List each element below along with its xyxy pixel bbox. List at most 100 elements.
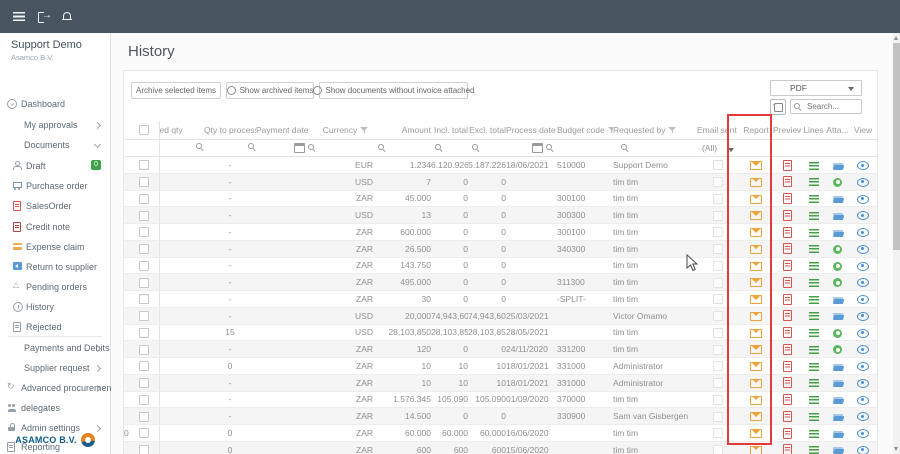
cell-lines[interactable]	[801, 224, 826, 241]
pdf-preview-icon[interactable]	[783, 243, 792, 254]
cell-lines[interactable]	[801, 408, 826, 425]
attachment-icon[interactable]	[833, 329, 842, 338]
view-eye-icon[interactable]	[857, 195, 869, 204]
email-sent-checkbox[interactable]	[713, 361, 723, 371]
filter-funnel-icon[interactable]	[668, 126, 676, 134]
row-checkbox[interactable]	[139, 311, 149, 321]
report-envelope-icon[interactable]	[750, 396, 762, 405]
cell-preview[interactable]	[773, 224, 801, 241]
attachment-icon[interactable]	[833, 312, 843, 320]
header-attachments[interactable]: Atta...	[826, 121, 849, 140]
notifications-icon[interactable]	[62, 12, 72, 22]
cell-preview[interactable]	[773, 240, 801, 257]
cell-view[interactable]	[849, 173, 877, 190]
cell-lines[interactable]	[801, 324, 826, 341]
cell-view[interactable]	[849, 307, 877, 324]
lines-list-icon[interactable]	[809, 446, 819, 454]
archive-selected-button[interactable]: Archive selected items	[131, 82, 221, 99]
filter-payment-date[interactable]	[256, 140, 318, 157]
filter-excl-total[interactable]	[468, 140, 506, 157]
export-format-select[interactable]: PDF	[770, 80, 862, 96]
pdf-preview-icon[interactable]	[783, 428, 792, 439]
email-sent-checkbox[interactable]	[713, 278, 723, 288]
email-sent-checkbox[interactable]	[713, 328, 723, 338]
row-checkbox[interactable]	[139, 378, 149, 388]
lines-list-icon[interactable]	[809, 296, 819, 304]
cell-lines[interactable]	[801, 157, 826, 174]
report-envelope-icon[interactable]	[750, 362, 762, 371]
header-preview[interactable]: Preview	[773, 121, 801, 140]
filter-amount[interactable]	[373, 140, 431, 157]
lines-list-icon[interactable]	[809, 363, 819, 371]
attachment-icon[interactable]	[833, 296, 843, 304]
lines-list-icon[interactable]	[809, 262, 819, 270]
show-without-invoice-button[interactable]: Show documents without invoice attached	[319, 82, 468, 99]
view-eye-icon[interactable]	[857, 446, 869, 454]
attachment-icon[interactable]	[833, 245, 842, 254]
row-checkbox[interactable]	[139, 294, 149, 304]
header-process-date[interactable]: Process date	[506, 121, 557, 140]
email-sent-checkbox[interactable]	[713, 261, 723, 271]
view-eye-icon[interactable]	[857, 345, 869, 354]
row-checkbox[interactable]	[139, 177, 149, 187]
cell-attachments[interactable]	[826, 274, 849, 291]
cell-attachments[interactable]	[826, 291, 849, 308]
calendar-icon[interactable]	[532, 143, 543, 153]
cell-attachments[interactable]	[826, 157, 849, 174]
report-envelope-icon[interactable]	[750, 195, 762, 204]
cell-report[interactable]	[739, 374, 773, 391]
pdf-preview-icon[interactable]	[783, 444, 792, 454]
row-checkbox[interactable]	[139, 211, 149, 221]
attachment-icon[interactable]	[833, 396, 843, 404]
view-eye-icon[interactable]	[857, 312, 869, 321]
cell-preview[interactable]	[773, 441, 801, 454]
lines-list-icon[interactable]	[809, 312, 819, 320]
header-currency[interactable]: Currency	[318, 121, 373, 140]
row-checkbox[interactable]	[139, 194, 149, 204]
attachment-icon[interactable]	[833, 430, 843, 438]
email-sent-checkbox[interactable]	[713, 395, 723, 405]
cell-lines[interactable]	[801, 291, 826, 308]
lines-list-icon[interactable]	[809, 430, 819, 438]
filter-funnel-icon[interactable]	[608, 126, 613, 134]
view-eye-icon[interactable]	[857, 396, 869, 405]
filter-received-qty[interactable]	[159, 140, 204, 157]
row-checkbox[interactable]	[139, 345, 149, 355]
email-sent-checkbox[interactable]	[713, 244, 723, 254]
row-checkbox[interactable]	[139, 361, 149, 371]
email-sent-checkbox[interactable]	[713, 227, 723, 237]
email-sent-checkbox[interactable]	[713, 428, 723, 438]
sidebar-item-documents[interactable]: Documents	[0, 139, 110, 153]
cell-lines[interactable]	[801, 391, 826, 408]
report-envelope-icon[interactable]	[750, 412, 762, 421]
cell-attachments[interactable]	[826, 307, 849, 324]
pdf-preview-icon[interactable]	[783, 361, 792, 372]
cell-preview[interactable]	[773, 358, 801, 375]
view-eye-icon[interactable]	[857, 429, 869, 438]
email-sent-checkbox[interactable]	[713, 160, 723, 170]
cell-report[interactable]	[739, 358, 773, 375]
report-envelope-icon[interactable]	[750, 262, 762, 271]
report-envelope-icon[interactable]	[750, 379, 762, 388]
sidebar-item-salesorder[interactable]: SalesOrder	[0, 200, 110, 214]
cell-attachments[interactable]	[826, 240, 849, 257]
cell-attachments[interactable]	[826, 324, 849, 341]
view-eye-icon[interactable]	[857, 262, 869, 271]
filter-requested-by[interactable]	[613, 140, 697, 157]
row-checkbox[interactable]	[139, 244, 149, 254]
sidebar-item-purchase-order[interactable]: Purchase order	[0, 180, 110, 194]
cell-preview[interactable]	[773, 274, 801, 291]
cell-report[interactable]	[739, 207, 773, 224]
email-sent-checkbox[interactable]	[713, 211, 723, 221]
cell-attachments[interactable]	[826, 257, 849, 274]
logout-icon[interactable]	[38, 12, 51, 22]
cell-preview[interactable]	[773, 374, 801, 391]
attachment-icon[interactable]	[833, 195, 843, 203]
row-checkbox[interactable]	[139, 395, 149, 405]
cell-report[interactable]	[739, 441, 773, 454]
header-amount[interactable]: Amount	[373, 121, 431, 140]
cell-report[interactable]	[739, 324, 773, 341]
report-envelope-icon[interactable]	[750, 278, 762, 287]
cell-report[interactable]	[739, 291, 773, 308]
cell-view[interactable]	[849, 291, 877, 308]
